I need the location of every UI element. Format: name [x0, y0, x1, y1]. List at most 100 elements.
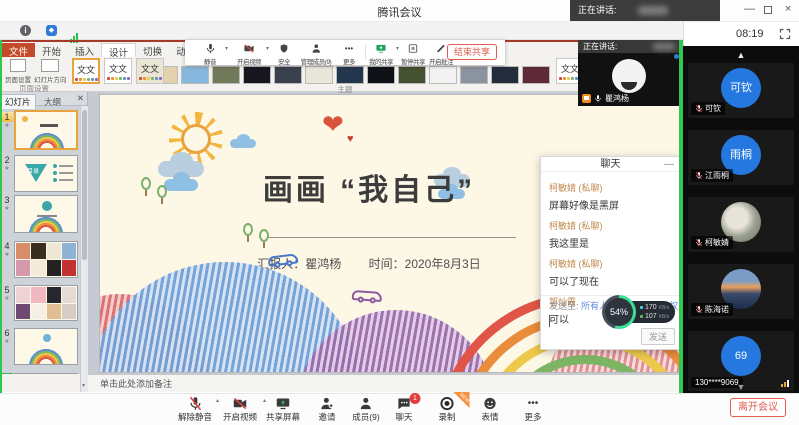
end-share-button[interactable]: 结束共享: [447, 44, 497, 60]
panel-scrollbar-thumb[interactable]: [82, 110, 87, 260]
leave-meeting-button[interactable]: 离开会议: [730, 398, 786, 417]
upload-rate: 170 KB/s: [640, 304, 669, 311]
fullscreen-icon[interactable]: [779, 27, 791, 45]
slide-thumbnail-3[interactable]: [14, 195, 78, 233]
person-icon: [352, 396, 379, 410]
chat-header: 聊天 —: [541, 157, 680, 172]
participant-name-chip: 陈海诺: [691, 303, 733, 316]
collapse-up-icon[interactable]: ▲: [683, 50, 799, 60]
tab-outline[interactable]: 大纲: [40, 95, 65, 109]
tab-transitions[interactable]: 切换: [136, 43, 169, 57]
page-setup-button[interactable]: 页面设置: [4, 59, 32, 84]
security-button[interactable]: 安全: [278, 41, 290, 66]
share-caret-icon[interactable]: ▾: [396, 45, 399, 52]
participant-tile[interactable]: 柯敏婧: [688, 197, 794, 252]
more-button[interactable]: ••• 更多: [524, 396, 541, 423]
heart-drawing: ❤: [322, 109, 344, 140]
info-icon[interactable]: i: [20, 25, 31, 36]
active-speaker-panel[interactable]: 正在讲话: 瞿鸿杨: [578, 40, 681, 106]
maximize-button[interactable]: [764, 5, 772, 17]
members-button[interactable]: 成员(9): [352, 396, 379, 423]
manage-members-button[interactable]: 管理成员(9): [301, 41, 331, 66]
cloud-drawing: [230, 139, 256, 148]
slide-thumbnail-7[interactable]: [14, 373, 78, 374]
mic-icon: [594, 94, 602, 103]
panel-close-icon[interactable]: ✕: [73, 92, 88, 105]
page-setup-icon: [10, 59, 26, 72]
slide-thumbnail-1[interactable]: [14, 110, 78, 150]
slide-orientation-button[interactable]: 幻灯片方向: [34, 59, 66, 84]
share-border-left: [0, 40, 2, 393]
toc-title: 目录: [27, 166, 39, 175]
more-button[interactable]: ••• 更多: [343, 41, 355, 66]
date-text: 时间：2020年8月3日: [369, 257, 481, 271]
scroll-down-icon[interactable]: ▾: [82, 382, 85, 389]
slide-thumbnail-2[interactable]: 目录: [14, 155, 78, 192]
speaker-avatar: [612, 59, 646, 93]
performance-gauge[interactable]: 54%: [602, 295, 636, 329]
panel-scrollbar[interactable]: ▾: [80, 106, 88, 392]
record-icon: NEW: [438, 396, 455, 410]
participant-tile[interactable]: 雨桐 江雨桐: [688, 130, 794, 185]
small-heart-drawing: ♥: [347, 133, 354, 145]
download-rate: 107 KB/s: [640, 313, 669, 320]
slide-number: 2: [1, 155, 13, 165]
tab-design[interactable]: 设计: [101, 43, 136, 57]
start-video-button[interactable]: 开启视频: [223, 396, 257, 423]
theme-gallery-strip[interactable]: [150, 66, 550, 84]
theme-thumbnail[interactable]: 文文: [104, 58, 132, 84]
mic-options-caret-icon[interactable]: ▴: [216, 397, 219, 404]
title-divider: [268, 237, 516, 238]
camera-off-icon: [237, 41, 261, 55]
maximize-icon: [764, 6, 772, 14]
close-button[interactable]: ×: [785, 3, 791, 15]
share-screen-button[interactable]: 共享屏幕: [266, 396, 300, 423]
slide-thumbnail-6[interactable]: [14, 328, 78, 365]
invite-button[interactable]: 邀请: [318, 396, 335, 423]
tab-slides[interactable]: 幻灯片: [0, 94, 36, 109]
transition-star-icon: ★: [1, 295, 13, 302]
chat-minimize-icon[interactable]: —: [664, 157, 674, 172]
emoji-button[interactable]: 表情: [481, 396, 498, 423]
tab-home[interactable]: 开始: [35, 43, 68, 57]
chat-title: 聊天: [601, 159, 621, 170]
tab-file[interactable]: 文件: [2, 43, 35, 57]
scroll-down-participants-icon[interactable]: ▼: [683, 382, 799, 392]
slide-thumbnail-5[interactable]: [14, 285, 78, 321]
record-new-badge: NEW: [454, 392, 470, 408]
transition-star-icon: ★: [1, 205, 13, 212]
chat-button[interactable]: 1 聊天: [395, 396, 412, 423]
theme-colors: [105, 77, 131, 80]
mic-icon: [204, 41, 216, 55]
meeting-timer: 08:19: [736, 28, 764, 40]
tab-insert[interactable]: 插入: [68, 43, 101, 57]
sidebar-header: 08:19: [683, 22, 799, 46]
speaker-name-blurred: [638, 6, 668, 15]
notes-area[interactable]: 单击此处添加备注: [88, 374, 683, 392]
participant-tile[interactable]: 可钦 可钦: [688, 63, 794, 118]
pause-share-button[interactable]: 暂停共享: [401, 41, 425, 66]
speaker-name-row: 瞿鸿杨: [582, 93, 629, 104]
more-dots-icon: •••: [524, 396, 541, 410]
mic-muted-icon: [695, 238, 703, 247]
shield-app-icon[interactable]: ◆: [46, 25, 57, 36]
mute-caret-icon[interactable]: ▾: [225, 45, 228, 52]
speaker-name-blurred: [653, 43, 675, 50]
video-caret-icon[interactable]: ▾: [266, 45, 269, 52]
more-dots-icon: •••: [343, 41, 355, 55]
minimize-button[interactable]: —: [744, 3, 755, 15]
participant-tile[interactable]: 陈海诺: [688, 264, 794, 319]
start-video-button[interactable]: 开启视频: [237, 41, 261, 66]
chat-text: 屏幕好像是黑屏: [549, 197, 672, 212]
record-button[interactable]: NEW 录制: [438, 396, 455, 423]
slide-number: 6: [1, 328, 13, 338]
mute-button[interactable]: 静音: [204, 41, 216, 66]
theme-thumbnail[interactable]: 文文: [136, 58, 164, 84]
send-button[interactable]: 发送: [641, 328, 675, 345]
slide-thumbnail-4[interactable]: [14, 241, 78, 278]
unmute-button[interactable]: 解除静音: [178, 396, 212, 423]
car-drawing: [352, 290, 383, 302]
my-share-button[interactable]: 我的共享: [369, 41, 393, 66]
slide-number: 3: [1, 195, 13, 205]
theme-thumbnail-selected[interactable]: 文文: [72, 58, 100, 84]
